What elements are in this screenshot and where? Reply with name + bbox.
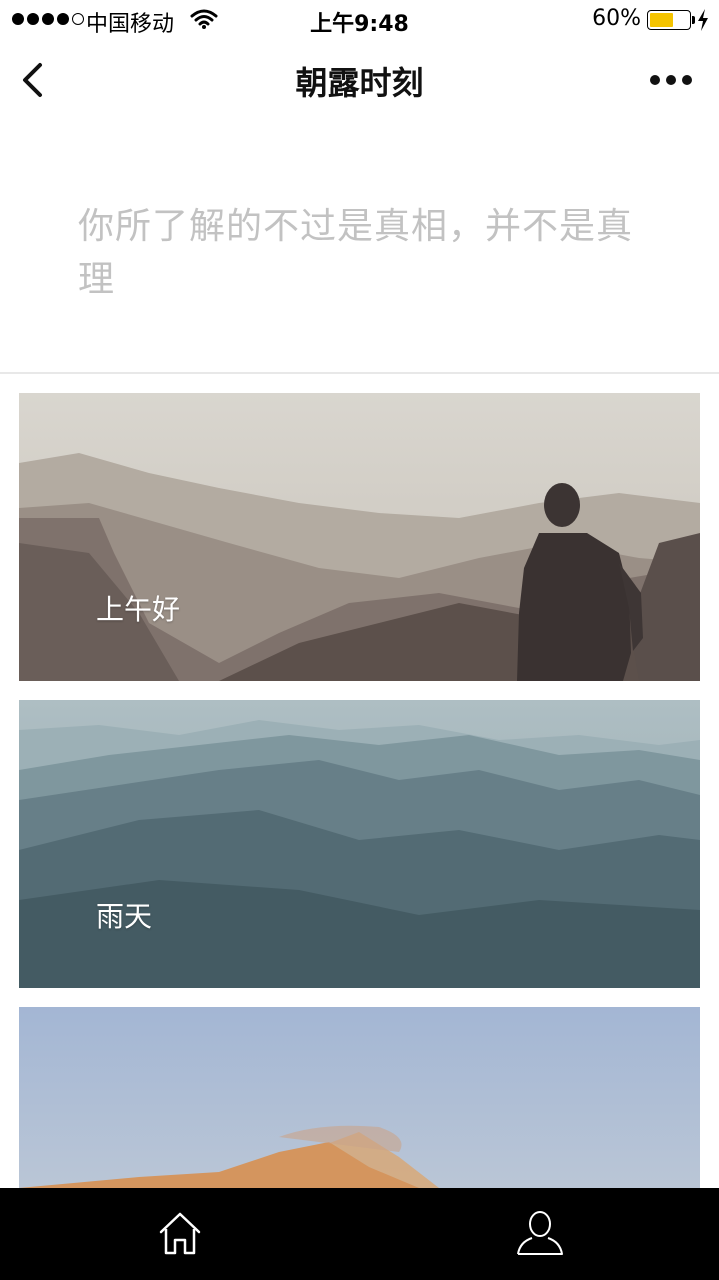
battery-level [650, 13, 673, 27]
page-title: 朝露时刻 [295, 64, 424, 102]
charging-bolt-icon [698, 9, 708, 31]
navigation-bar: 朝露时刻 [0, 40, 719, 124]
tab-home[interactable] [140, 1198, 220, 1268]
profile-icon [517, 1211, 563, 1255]
man-on-misty-mountains-image [19, 393, 700, 681]
misty-blue-mountain-ridges-image [19, 700, 700, 988]
card-label: 雨天 [96, 900, 153, 933]
app-screen: 中国移动 上午9:48 60% 朝露时刻 你所了解的不过是真相，并不是真理 上午… [0, 0, 719, 1280]
card-good-morning[interactable]: 上午好 [19, 393, 700, 681]
card-rainy-day[interactable]: 雨天 [19, 700, 700, 988]
desert-dune-blue-sky-image [19, 1007, 700, 1188]
card-desert[interactable] [19, 1007, 700, 1188]
battery-icon [647, 10, 695, 30]
card-label: 上午好 [96, 593, 181, 626]
quote-text: 你所了解的不过是真相，并不是真理 [78, 206, 634, 300]
divider [0, 372, 719, 374]
battery-percentage: 60% [592, 6, 641, 31]
tab-profile[interactable] [500, 1198, 580, 1268]
status-bar: 中国移动 上午9:48 60% [0, 0, 719, 40]
tab-bar [0, 1188, 719, 1280]
more-options-button[interactable] [647, 64, 695, 96]
more-dots-icon [650, 75, 660, 85]
home-icon [159, 1212, 201, 1255]
